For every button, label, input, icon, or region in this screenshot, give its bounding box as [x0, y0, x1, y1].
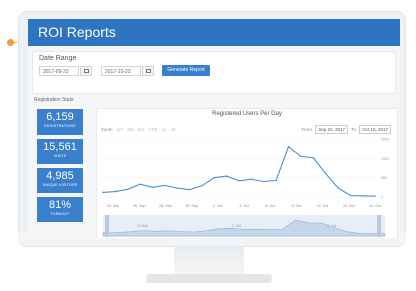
calendar-icon [84, 69, 89, 73]
data-point [238, 180, 240, 182]
data-point [114, 190, 117, 193]
stat-label: TURNOUT [50, 212, 70, 216]
generate-report-button[interactable]: Generate Report [162, 65, 210, 76]
x-tick-label: 4. Oct [239, 204, 249, 208]
data-point [164, 184, 166, 187]
x-tick-label: 8. Oct [292, 204, 302, 208]
y-tick-label: 0 [381, 196, 383, 200]
chart-panel: Registered Users Per Day Zoom 1m 3m 6m Y… [96, 108, 398, 238]
stat-value: 15,561 [43, 141, 77, 153]
calendar-icon [146, 69, 151, 73]
data-point [275, 179, 277, 182]
data-point [312, 156, 314, 159]
stat-label: VISITS [53, 154, 67, 158]
zoom-label: Zoom [101, 127, 113, 132]
y-tick-label: 500 [381, 176, 387, 180]
callout-dot [7, 39, 14, 46]
stat-value: 4,985 [46, 170, 74, 182]
x-tick-label: 2. Oct [213, 204, 223, 208]
x-tick-label: 30. Sep [185, 204, 197, 208]
navigator-label: 8. Oct [327, 224, 336, 228]
date-range-label: Date Range [39, 55, 77, 62]
data-point [300, 155, 302, 158]
x-tick-label: 12. Oct [343, 204, 355, 208]
zoom-option-6m[interactable]: 6m [138, 127, 144, 132]
stat-label: UNIQUE VISITORS [42, 183, 78, 187]
zoom-option-1y[interactable]: 1y [162, 127, 167, 132]
date-filter: From Sep 22, 2017 To Oct 15, 2017 [301, 125, 393, 134]
monitor-base [146, 274, 272, 283]
data-point [151, 186, 154, 189]
stat-label: REGISTRATIONS [44, 124, 76, 128]
data-point [250, 178, 253, 180]
stat-card-registrations: 6,159 REGISTRATIONS [37, 109, 83, 135]
stat-value: 81% [48, 199, 72, 211]
data-point [102, 191, 104, 194]
data-point [374, 195, 376, 197]
data-point [225, 175, 228, 177]
y-tick-label: 1000 [381, 157, 389, 161]
y-tick-label: 1500 [381, 138, 389, 142]
x-tick-label: 6. Oct [265, 204, 275, 208]
chart-title: Registered Users Per Day [212, 111, 282, 117]
x-tick-label: 10. Oct [317, 204, 329, 208]
stat-card-turnout: 81% TURNOUT [37, 197, 83, 222]
x-tick-label: 26. Sep [133, 204, 145, 208]
data-point [287, 146, 290, 148]
start-calendar-button[interactable] [80, 66, 92, 76]
navigator-handle-left [105, 215, 109, 237]
x-tick-label: 24. Sep [107, 204, 119, 208]
chart-plot: 0 500 1000 1500 24. Sep 26. Sep 28. Sep 30. Sep… [102, 138, 389, 237]
section-label: Registration Stats [34, 97, 74, 103]
start-date-input[interactable]: 2017-09-23 [39, 66, 79, 76]
series-line [102, 145, 376, 197]
stat-value: 6,159 [46, 111, 74, 123]
monitor-stand [174, 246, 244, 276]
navigator-label: 1. Oct [232, 224, 241, 228]
data-point [213, 176, 215, 179]
zoom-option-all[interactable]: All [170, 127, 175, 132]
data-point [139, 183, 141, 185]
page-title: ROI Reports [38, 24, 116, 40]
date-range-panel: Date Range 2017-09-23 2017-10-23 Generat… [32, 51, 396, 94]
zoom-option-1m[interactable]: 1m [117, 127, 123, 132]
zoom-option-3m[interactable]: 3m [127, 127, 133, 132]
to-date-input[interactable]: Oct 15, 2017 [359, 125, 391, 134]
data-point [127, 188, 129, 190]
end-calendar-button[interactable] [142, 66, 154, 76]
data-point [263, 180, 265, 183]
data-point [324, 172, 327, 175]
data-point [337, 187, 339, 189]
data-point [176, 187, 178, 189]
navigator-label: 24 Sep [137, 224, 148, 228]
x-tick-label: 14. Oct [369, 204, 381, 208]
data-point [361, 195, 364, 197]
data-point [349, 194, 351, 197]
from-label: From [301, 127, 312, 132]
data-point [188, 188, 191, 191]
stat-card-unique-visitors: 4,985 UNIQUE VISITORS [37, 168, 83, 193]
to-label: To [351, 127, 356, 132]
app-header: ROI Reports [28, 19, 400, 46]
from-date-input[interactable]: Sep 22, 2017 [315, 125, 349, 134]
app-screen: ROI Reports Date Range 2017-09-23 2017-1… [28, 19, 400, 238]
navigator-handle-right [377, 215, 381, 237]
x-tick-label: 28. Sep [159, 204, 171, 208]
zoom-controls: Zoom 1m 3m 6m YTD 1y All [101, 127, 178, 132]
end-date-input[interactable]: 2017-10-23 [101, 66, 141, 76]
zoom-option-ytd[interactable]: YTD [148, 127, 157, 132]
stat-card-visits: 15,561 VISITS [37, 139, 83, 164]
data-point [201, 185, 203, 187]
